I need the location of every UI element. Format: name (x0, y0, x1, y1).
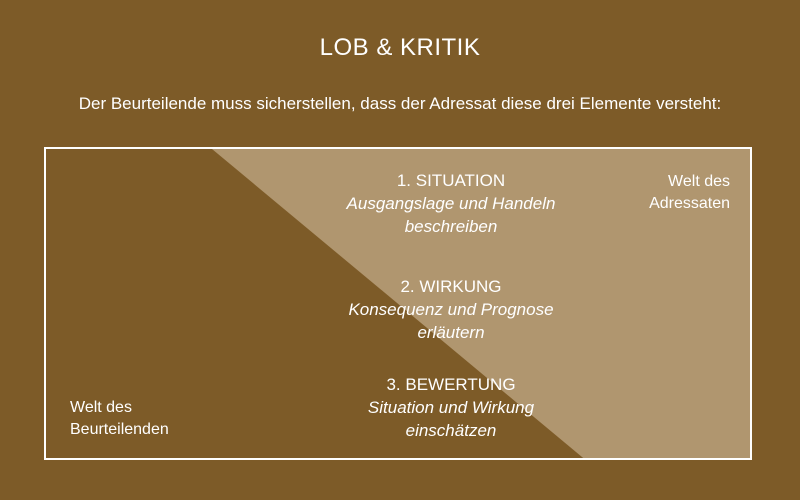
element-bewertung: 3. BEWERTUNG Situation und Wirkung einsc… (296, 373, 606, 442)
world-adressat-line1: Welt des (668, 173, 730, 190)
element-wirkung-desc-1: Konsequenz und Prognose (348, 300, 554, 319)
element-bewertung-desc-1: Situation und Wirkung (367, 398, 535, 417)
element-bewertung-heading: 3. BEWERTUNG (386, 375, 516, 394)
element-wirkung-desc-2: erläutern (417, 323, 485, 342)
page-title: LOB & KRITIK (319, 34, 481, 61)
element-situation-heading: 1. SITUATION (396, 171, 506, 190)
element-situation-desc-2: beschreiben (404, 217, 498, 236)
element-situation: 1. SITUATION Ausgangslage und Handeln be… (296, 169, 606, 238)
element-wirkung-heading: 2. WIRKUNG (400, 277, 502, 296)
element-wirkung: 2. WIRKUNG Konsequenz und Prognose erläu… (296, 275, 606, 344)
element-bewertung-desc-2: einschätzen (405, 421, 497, 440)
world-beurteilender-line1: Welt des (70, 399, 132, 416)
diagram-frame: 1. SITUATION Ausgangslage und Handeln be… (44, 147, 752, 460)
world-adressat-label: Welt des Adressaten (610, 171, 730, 215)
page-subtitle: Der Beurteilende muss sicherstellen, das… (78, 94, 722, 113)
world-beurteilender-line2: Beurteilenden (70, 421, 169, 438)
world-beurteilender-label: Welt des Beurteilenden (70, 397, 220, 441)
element-situation-desc-1: Ausgangslage und Handeln (346, 194, 556, 213)
world-adressat-line2: Adressaten (649, 195, 730, 212)
